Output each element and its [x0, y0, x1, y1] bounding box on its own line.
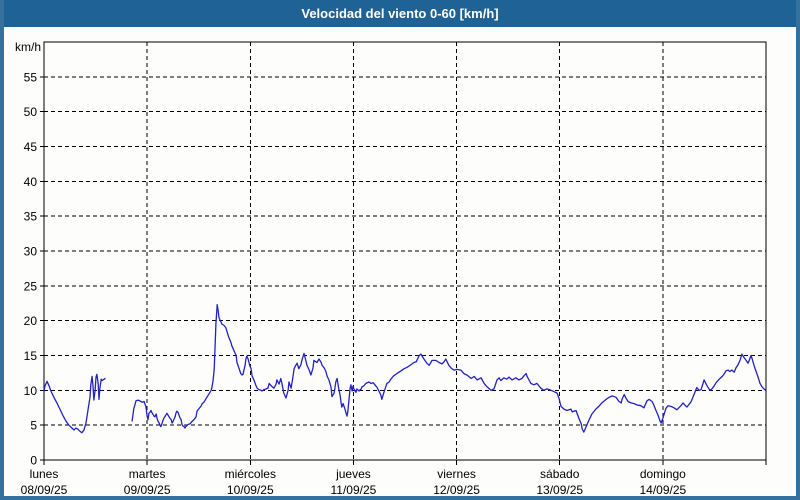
y-tick-label: 45: [24, 140, 38, 154]
wind-speed-segment: [44, 374, 105, 433]
chart-title-bar: Velocidad del viento 0-60 [km/h]: [4, 0, 796, 27]
chart-svg: 0 5 10 15 20 25 30 35 40 45 50 55 km/h lunes 08/09/25 m…: [4, 27, 800, 500]
x-date-label: 13/09/25: [536, 483, 583, 497]
y-tick-label: 55: [24, 70, 38, 84]
x-date-label: 12/09/25: [433, 483, 480, 497]
x-date-label: 09/09/25: [124, 483, 171, 497]
x-weekday-label: viernes: [437, 467, 476, 481]
y-tick-label: 50: [24, 105, 38, 119]
x-date-label: 08/09/25: [21, 483, 68, 497]
chart-title: Velocidad del viento 0-60 [km/h]: [301, 6, 498, 21]
y-tick-label: 20: [24, 314, 38, 328]
y-tick-label: 5: [30, 419, 37, 433]
x-weekday-label: domingo: [640, 467, 686, 481]
y-tick-label: 10: [24, 384, 38, 398]
wind-chart-widget: Velocidad del viento 0-60 [km/h] 0 5 10 15 2…: [0, 0, 800, 500]
wind-speed-segment: [132, 305, 766, 433]
wind-speed-line: [44, 305, 766, 433]
x-date-label: 11/09/25: [331, 483, 377, 497]
y-tick-label: 0: [30, 454, 37, 468]
y-tick-label: 40: [24, 175, 38, 189]
x-weekday-label: lunes: [30, 467, 59, 481]
x-weekday-label: martes: [129, 467, 166, 481]
y-tick-label: 25: [24, 279, 38, 293]
x-date-label: 14/09/25: [639, 483, 686, 497]
y-axis-unit-label: km/h: [15, 40, 41, 54]
y-axis-labels: 0 5 10 15 20 25 30 35 40 45 50 55 km/h: [15, 40, 41, 468]
x-weekday-label: miércoles: [225, 467, 276, 481]
y-tick-label: 35: [24, 210, 38, 224]
y-tick-label: 30: [24, 245, 38, 259]
grid-lines: [40, 42, 766, 465]
x-axis-labels: lunes 08/09/25 martes 09/09/25 miércoles 10/0…: [21, 467, 687, 497]
x-weekday-label: sábado: [540, 467, 580, 481]
y-tick-label: 15: [24, 349, 38, 363]
x-weekday-label: jueves: [335, 467, 371, 481]
x-date-label: 10/09/25: [227, 483, 274, 497]
